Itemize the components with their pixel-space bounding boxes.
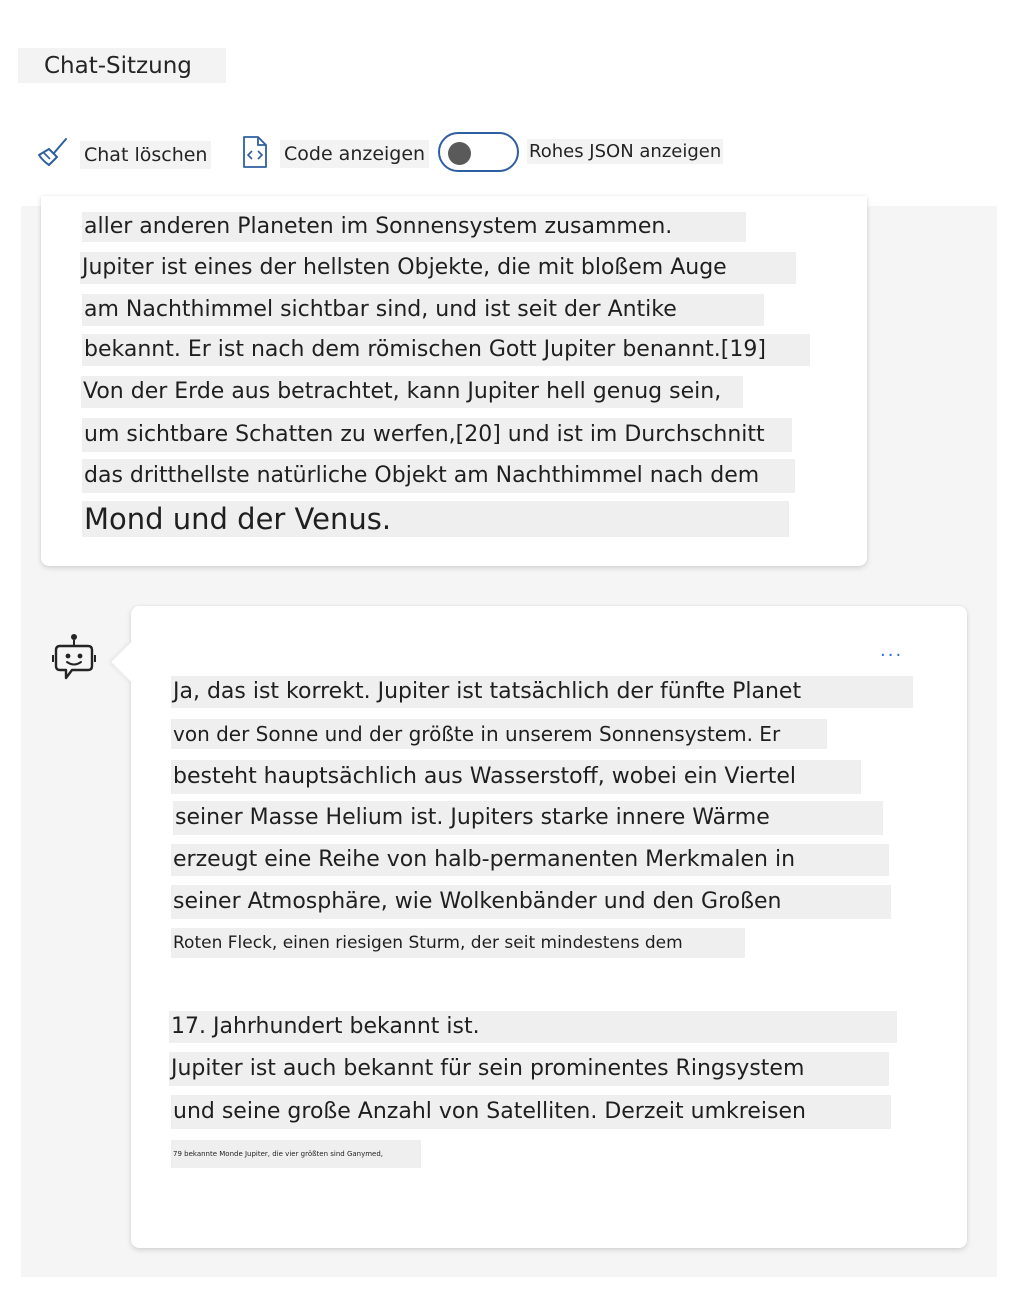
message-line: 79 bekannte Monde Jupiter, die vier größ… <box>171 1140 421 1168</box>
message-line: erzeugt eine Reihe von halb-permanenten … <box>171 844 889 876</box>
message-line: Ja, das ist korrekt. Jupiter ist tatsäch… <box>171 676 913 708</box>
user-message-card: aller anderen Planeten im Sonnensystem z… <box>41 196 867 566</box>
message-line: am Nachthimmel sichtbar sind, und ist se… <box>82 294 764 326</box>
show-code-label: Code anzeigen <box>280 140 430 168</box>
show-code-button[interactable]: Code anzeigen <box>240 134 430 174</box>
message-line: das dritthellste natürliche Objekt am Na… <box>82 459 795 493</box>
message-line: seiner Atmosphäre, wie Wolkenbänder und … <box>171 885 891 919</box>
clear-chat-button[interactable]: Chat löschen <box>36 136 212 174</box>
chat-history[interactable]: aller anderen Planeten im Sonnensystem z… <box>21 196 997 1277</box>
code-file-icon <box>240 134 270 174</box>
clear-chat-label: Chat löschen <box>80 141 212 169</box>
raw-json-toggle[interactable] <box>438 132 519 172</box>
message-line: Jupiter ist auch bekannt für sein promin… <box>169 1052 889 1086</box>
message-line: und seine große Anzahl von Satelliten. D… <box>171 1095 891 1129</box>
message-line: aller anderen Planeten im Sonnensystem z… <box>82 212 746 242</box>
message-line: Jupiter ist eines der hellsten Objekte, … <box>80 252 796 284</box>
message-line: 17. Jahrhundert bekannt ist. <box>169 1011 897 1043</box>
more-options-icon[interactable]: ... <box>880 640 903 661</box>
message-line: Von der Erde aus betrachtet, kann Jupite… <box>81 376 743 408</box>
bubble-pointer <box>111 642 151 682</box>
message-line: bekannt. Er ist nach dem römischen Gott … <box>82 334 810 366</box>
toggle-knob <box>448 142 471 165</box>
bot-avatar-icon <box>52 632 96 684</box>
raw-json-label[interactable]: Rohes JSON anzeigen <box>527 139 724 164</box>
assistant-message-card: Ja, das ist korrekt. Jupiter ist tatsäch… <box>111 606 967 1248</box>
message-line: seiner Masse Helium ist. Jupiters starke… <box>173 801 883 835</box>
message-line: Mond und der Venus. <box>82 501 789 537</box>
page-title: Chat-Sitzung <box>44 52 192 79</box>
message-line: besteht hauptsächlich aus Wasserstoff, w… <box>171 760 861 794</box>
message-line: Roten Fleck, einen riesigen Sturm, der s… <box>171 928 745 958</box>
broom-icon <box>36 136 70 174</box>
chat-session-title: Chat-Sitzung <box>18 48 226 83</box>
message-line: um sichtbare Schatten zu werfen,[20] und… <box>82 418 792 452</box>
message-line: von der Sonne und der größte in unserem … <box>171 719 827 749</box>
chat-toolbar: Chat löschen Code anzeigen Rohes JSON an… <box>0 128 1014 178</box>
